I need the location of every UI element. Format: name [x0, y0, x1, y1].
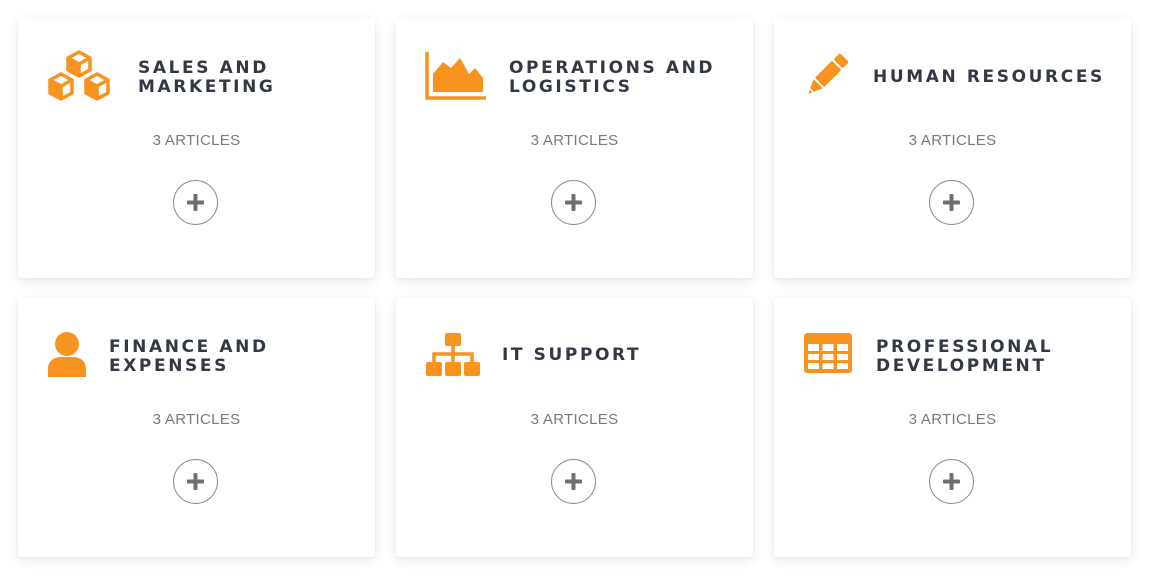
article-count: 3 ARTICLES: [152, 411, 241, 428]
article-count: 3 ARTICLES: [152, 132, 241, 149]
category-card-human-resources[interactable]: HUMAN RESOURCES 3 ARTICLES: [774, 19, 1131, 278]
plus-icon: [943, 194, 960, 211]
cubes-icon: [47, 49, 111, 103]
plus-icon: [565, 473, 582, 490]
card-header: IT SUPPORT: [396, 298, 753, 413]
category-title: IT SUPPORT: [502, 345, 642, 365]
category-card-finance-expenses[interactable]: FINANCE AND EXPENSES 3 ARTICLES: [18, 298, 375, 557]
article-count: 3 ARTICLES: [530, 411, 619, 428]
category-grid: SALES AND MARKETING 3 ARTICLES OPERATION…: [0, 0, 1150, 586]
expand-button[interactable]: [929, 459, 974, 504]
expand-button[interactable]: [173, 459, 218, 504]
category-title: SALES AND MARKETING: [138, 58, 276, 97]
expand-button[interactable]: [551, 180, 596, 225]
card-header: PROFESSIONAL DEVELOPMENT: [774, 298, 1131, 413]
card-header: SALES AND MARKETING: [18, 19, 375, 134]
category-card-professional-development[interactable]: PROFESSIONAL DEVELOPMENT 3 ARTICLES: [774, 298, 1131, 557]
card-header: HUMAN RESOURCES: [774, 19, 1131, 134]
table-icon: [804, 333, 852, 373]
article-count: 3 ARTICLES: [530, 132, 619, 149]
plus-icon: [187, 473, 204, 490]
card-header: OPERATIONS AND LOGISTICS: [396, 19, 753, 134]
category-title: OPERATIONS AND LOGISTICS: [509, 58, 716, 97]
expand-button[interactable]: [173, 180, 218, 225]
sitemap-icon: [425, 332, 481, 380]
category-card-it-support[interactable]: IT SUPPORT 3 ARTICLES: [396, 298, 753, 557]
expand-button[interactable]: [929, 180, 974, 225]
article-count: 3 ARTICLES: [908, 132, 997, 149]
card-header: FINANCE AND EXPENSES: [18, 298, 375, 413]
category-title: HUMAN RESOURCES: [873, 67, 1105, 87]
category-title: FINANCE AND EXPENSES: [109, 337, 269, 376]
plus-icon: [943, 473, 960, 490]
article-count: 3 ARTICLES: [908, 411, 997, 428]
category-card-sales-marketing[interactable]: SALES AND MARKETING 3 ARTICLES: [18, 19, 375, 278]
plus-icon: [565, 194, 582, 211]
category-card-operations-logistics[interactable]: OPERATIONS AND LOGISTICS 3 ARTICLES: [396, 19, 753, 278]
user-icon: [47, 331, 87, 379]
area-chart-icon: [425, 52, 487, 100]
plus-icon: [187, 194, 204, 211]
pencil-icon: [803, 53, 849, 99]
expand-button[interactable]: [551, 459, 596, 504]
category-title: PROFESSIONAL DEVELOPMENT: [876, 337, 1054, 376]
